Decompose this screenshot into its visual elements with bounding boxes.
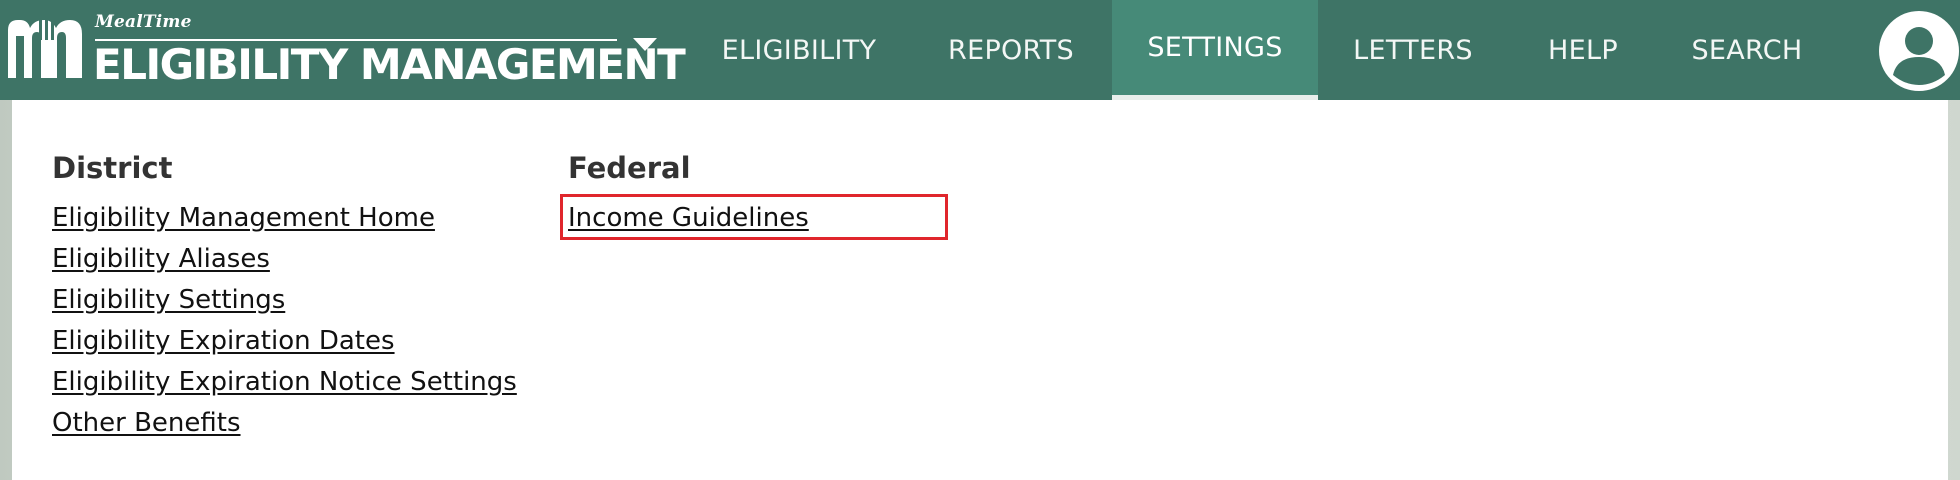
settings-dropdown-menu: District Eligibility Management Home Eli… <box>12 100 1948 480</box>
nav-tab-reports[interactable]: REPORTS <box>906 0 1116 100</box>
link-eligibility-expiration-notice-settings[interactable]: Eligibility Expiration Notice Settings <box>52 367 517 397</box>
list-item: Eligibility Aliases <box>52 239 517 280</box>
list-item: Eligibility Management Home <box>52 198 517 239</box>
link-eligibility-settings[interactable]: Eligibility Settings <box>52 285 285 315</box>
top-navigation-bar: MealTime ELIGIBILITY MANAGEMENT ELIGIBIL… <box>0 0 1960 100</box>
nav-tab-eligibility[interactable]: ELIGIBILITY <box>696 0 902 100</box>
district-links: Eligibility Management Home Eligibility … <box>52 198 517 444</box>
list-item: Other Benefits <box>52 403 517 444</box>
app-title[interactable]: ELIGIBILITY MANAGEMENT <box>93 40 686 89</box>
link-eligibility-expiration-dates[interactable]: Eligibility Expiration Dates <box>52 326 395 356</box>
nav-tab-letters[interactable]: LETTERS <box>1318 0 1508 100</box>
district-heading: District <box>52 151 173 185</box>
nav-tab-search[interactable]: SEARCH <box>1658 0 1836 100</box>
district-column: District Eligibility Management Home Eli… <box>52 150 517 444</box>
list-item: Eligibility Expiration Dates <box>52 321 517 362</box>
federal-column: Federal Income Guidelines <box>560 150 948 240</box>
nav-tab-help[interactable]: HELP <box>1510 0 1656 100</box>
user-silhouette-icon <box>1883 15 1955 87</box>
list-item: Eligibility Expiration Notice Settings <box>52 362 517 403</box>
list-item: Income Guidelines <box>560 194 948 240</box>
mealtime-logo-icon[interactable] <box>4 12 86 80</box>
nav-tab-settings[interactable]: SETTINGS <box>1112 0 1318 100</box>
user-avatar-icon[interactable] <box>1879 11 1959 91</box>
caret-down-icon[interactable] <box>633 38 657 51</box>
list-item: Eligibility Settings <box>52 280 517 321</box>
highlight-box <box>560 194 948 240</box>
federal-heading: Federal <box>568 151 691 185</box>
link-other-benefits[interactable]: Other Benefits <box>52 408 241 438</box>
link-eligibility-aliases[interactable]: Eligibility Aliases <box>52 244 270 274</box>
brand-small-name: MealTime <box>95 12 192 32</box>
federal-links: Income Guidelines <box>560 194 948 240</box>
link-eligibility-management-home[interactable]: Eligibility Management Home <box>52 203 435 233</box>
